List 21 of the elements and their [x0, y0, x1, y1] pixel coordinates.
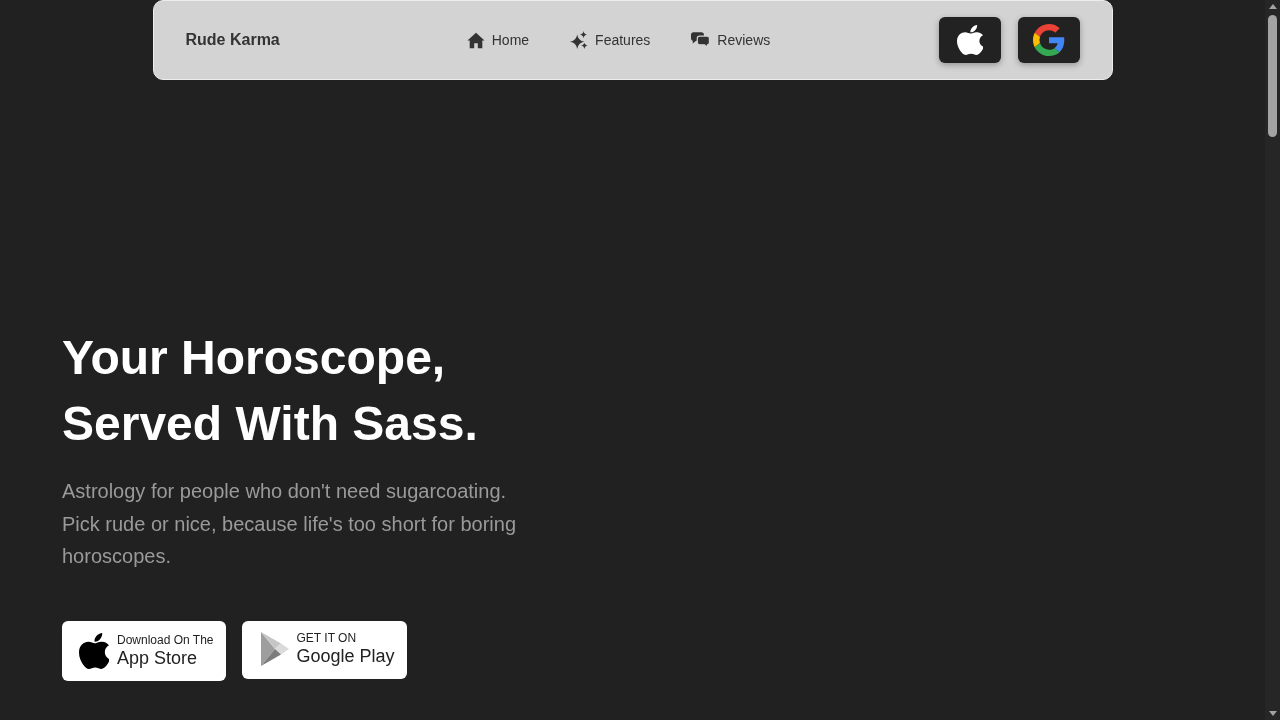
play-triangle-icon	[260, 631, 289, 666]
sparkles-icon	[570, 31, 589, 49]
scrollbar-thumb[interactable]	[1268, 15, 1277, 137]
store-badge[interactable]: Download On The App Store	[62, 620, 226, 681]
brand-name: Rude Karma	[185, 31, 280, 49]
up-arrow-icon[interactable]	[1268, 4, 1277, 9]
down-arrow-icon[interactable]	[1268, 711, 1277, 716]
nav-link[interactable]: Features	[570, 31, 651, 49]
hero-subtitle: Astrology for people who don't need sugarcoating. Pick rude or nice, because life's too short for boring horoscopes.	[62, 479, 518, 569]
icon-button[interactable]	[938, 17, 1001, 63]
apple-icon	[79, 632, 109, 669]
house-icon	[466, 31, 485, 49]
icon-button[interactable]	[1017, 17, 1080, 63]
apple-icon	[956, 25, 983, 55]
nav-link[interactable]: Reviews	[691, 32, 771, 48]
nav-link[interactable]: Home	[466, 31, 530, 49]
scrollbar[interactable]	[1265, 0, 1280, 720]
speech-bubbles-icon	[691, 32, 711, 48]
hero-title: Your Horoscope, Served With Sass.	[62, 330, 479, 452]
g-logo-icon	[1032, 24, 1065, 56]
store-badge[interactable]: GET IT ON Google Play	[241, 620, 407, 679]
